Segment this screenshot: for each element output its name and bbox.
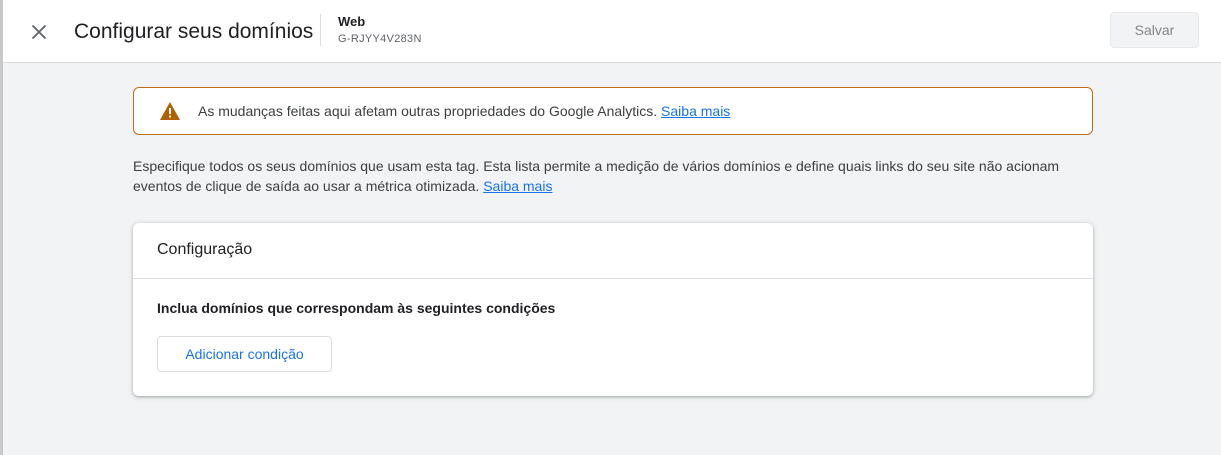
close-button[interactable]	[25, 18, 53, 46]
warning-learn-more-link[interactable]: Saiba mais	[661, 103, 730, 119]
background-panel-edge	[0, 0, 3, 455]
add-condition-button[interactable]: Adicionar condição	[157, 336, 332, 372]
description-text: Especifique todos os seus domínios que u…	[133, 158, 1060, 194]
card-title: Configuração	[157, 241, 253, 258]
warning-text: As mudanças feitas aqui afetam outras pr…	[198, 103, 730, 119]
stream-id: G-RJYY4V283N	[338, 33, 422, 45]
description-learn-more-link[interactable]: Saiba mais	[483, 178, 552, 194]
warning-banner: As mudanças feitas aqui afetam outras pr…	[133, 87, 1093, 135]
condition-label: Inclua domínios que correspondam às segu…	[157, 300, 556, 316]
stream-name: Web	[338, 14, 366, 29]
warning-triangle-icon	[159, 101, 181, 121]
dialog-header: Configurar seus domínios Web G-RJYY4V283…	[3, 0, 1221, 63]
save-button[interactable]: Salvar	[1110, 12, 1199, 48]
warning-message: As mudanças feitas aqui afetam outras pr…	[198, 103, 658, 119]
close-icon	[31, 24, 47, 40]
page-title: Configurar seus domínios	[74, 20, 314, 43]
description: Especifique todos os seus domínios que u…	[133, 156, 1098, 196]
card-divider	[133, 278, 1093, 279]
configuration-card: Configuração Inclua domínios que corresp…	[133, 223, 1093, 396]
header-divider	[320, 14, 321, 46]
